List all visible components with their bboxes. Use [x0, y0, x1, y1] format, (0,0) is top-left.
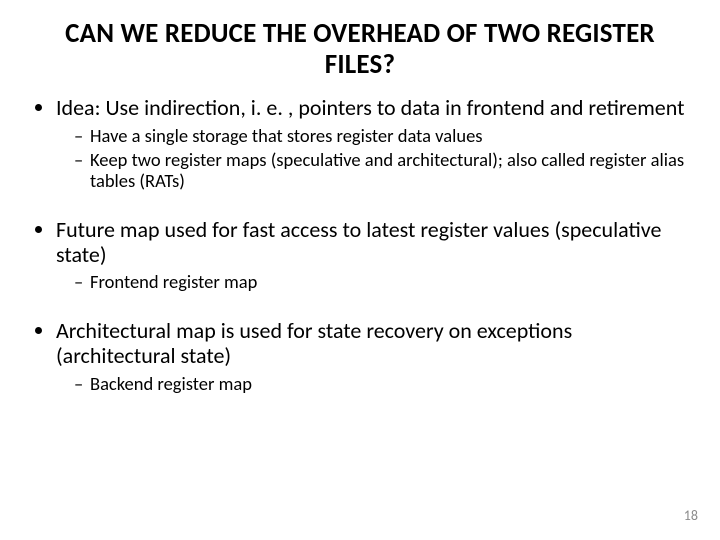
- bullet-list-2: Future map used for fast access to lates…: [30, 218, 690, 293]
- bullet-3-text: Architectural map is used for state reco…: [56, 317, 572, 369]
- bullet-block-3: Architectural map is used for state reco…: [30, 319, 690, 394]
- bullet-2: Future map used for fast access to lates…: [56, 218, 690, 293]
- bullet-block-1: Idea: Use indirection, i. e. , pointers …: [30, 96, 690, 192]
- bullet-list-1: Idea: Use indirection, i. e. , pointers …: [30, 96, 690, 192]
- slide: CAN WE REDUCE THE OVERHEAD OF TWO REGIST…: [0, 0, 720, 540]
- subbullet-2a: Frontend register map: [74, 271, 690, 293]
- bullet-3: Architectural map is used for state reco…: [56, 319, 690, 394]
- subbullet-list-2: Frontend register map: [56, 271, 690, 293]
- bullet-list-3: Architectural map is used for state reco…: [30, 319, 690, 394]
- slide-title: CAN WE REDUCE THE OVERHEAD OF TWO REGIST…: [60, 18, 660, 80]
- bullet-1-text: Idea: Use indirection, i. e. , pointers …: [56, 94, 684, 121]
- page-number: 18: [684, 507, 698, 524]
- bullet-block-2: Future map used for fast access to lates…: [30, 218, 690, 293]
- subbullet-list-1: Have a single storage that stores regist…: [56, 125, 690, 192]
- subbullet-3a: Backend register map: [74, 373, 690, 395]
- bullet-1: Idea: Use indirection, i. e. , pointers …: [56, 96, 690, 192]
- subbullet-1b: Keep two register maps (speculative and …: [74, 149, 690, 193]
- bullet-2-text: Future map used for fast access to lates…: [56, 216, 661, 268]
- subbullet-1a: Have a single storage that stores regist…: [74, 125, 690, 147]
- subbullet-list-3: Backend register map: [56, 373, 690, 395]
